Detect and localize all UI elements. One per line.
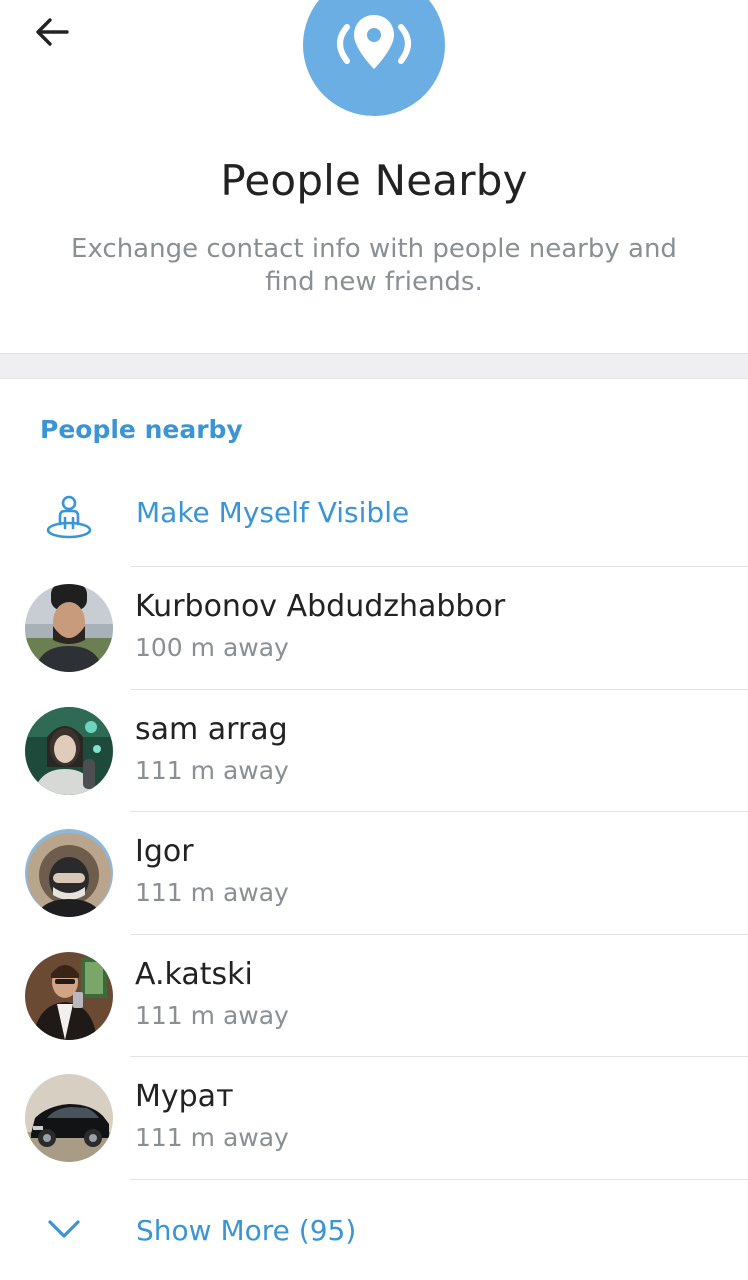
person-row-1[interactable]: Kurbonov Abdudzhabbor 100 m away [0, 567, 748, 689]
person-name: Мурат [135, 1079, 234, 1114]
page-title: People Nearby [220, 156, 528, 205]
person-name: Kurbonov Abdudzhabbor [135, 589, 506, 624]
person-row-4[interactable]: A.katski 111 m away [0, 935, 748, 1057]
avatar [25, 829, 113, 917]
make-myself-visible-button[interactable]: Make Myself Visible [0, 470, 748, 566]
make-myself-visible-label: Make Myself Visible [136, 496, 410, 529]
person-distance: 100 m away [135, 633, 289, 662]
person-distance: 111 m away [135, 1123, 289, 1152]
person-name: sam arrag [135, 712, 288, 747]
person-row-3[interactable]: Igor 111 m away [0, 812, 748, 934]
section-header-people-nearby: People nearby [40, 415, 243, 444]
person-distance: 111 m away [135, 756, 289, 785]
person-row-5[interactable]: Мурат 111 m away [0, 1057, 748, 1179]
person-distance: 111 m away [135, 878, 289, 907]
avatar [25, 1074, 113, 1162]
person-on-pin-icon [46, 495, 92, 539]
back-button[interactable] [24, 10, 80, 54]
person-name: A.katski [135, 957, 253, 992]
location-pin-broadcast-icon [337, 15, 411, 69]
person-name: Igor [135, 834, 194, 869]
arrow-left-icon [36, 18, 69, 46]
avatar [25, 952, 113, 1040]
person-distance: 111 m away [135, 1001, 289, 1030]
people-nearby-screen: People Nearby Exchange contact info with… [0, 0, 748, 1280]
section-divider [0, 353, 748, 379]
show-more-label: Show More (95) [136, 1214, 357, 1247]
avatar [25, 707, 113, 795]
page-subtitle: Exchange contact info with people nearby… [71, 234, 677, 297]
row-divider [130, 1179, 748, 1180]
person-row-2[interactable]: sam arrag 111 m away [0, 690, 748, 812]
avatar [25, 584, 113, 672]
chevron-down-icon [48, 1220, 80, 1238]
show-more-button[interactable]: Show More (95) [0, 1182, 748, 1280]
location-broadcast-badge [303, 0, 445, 116]
